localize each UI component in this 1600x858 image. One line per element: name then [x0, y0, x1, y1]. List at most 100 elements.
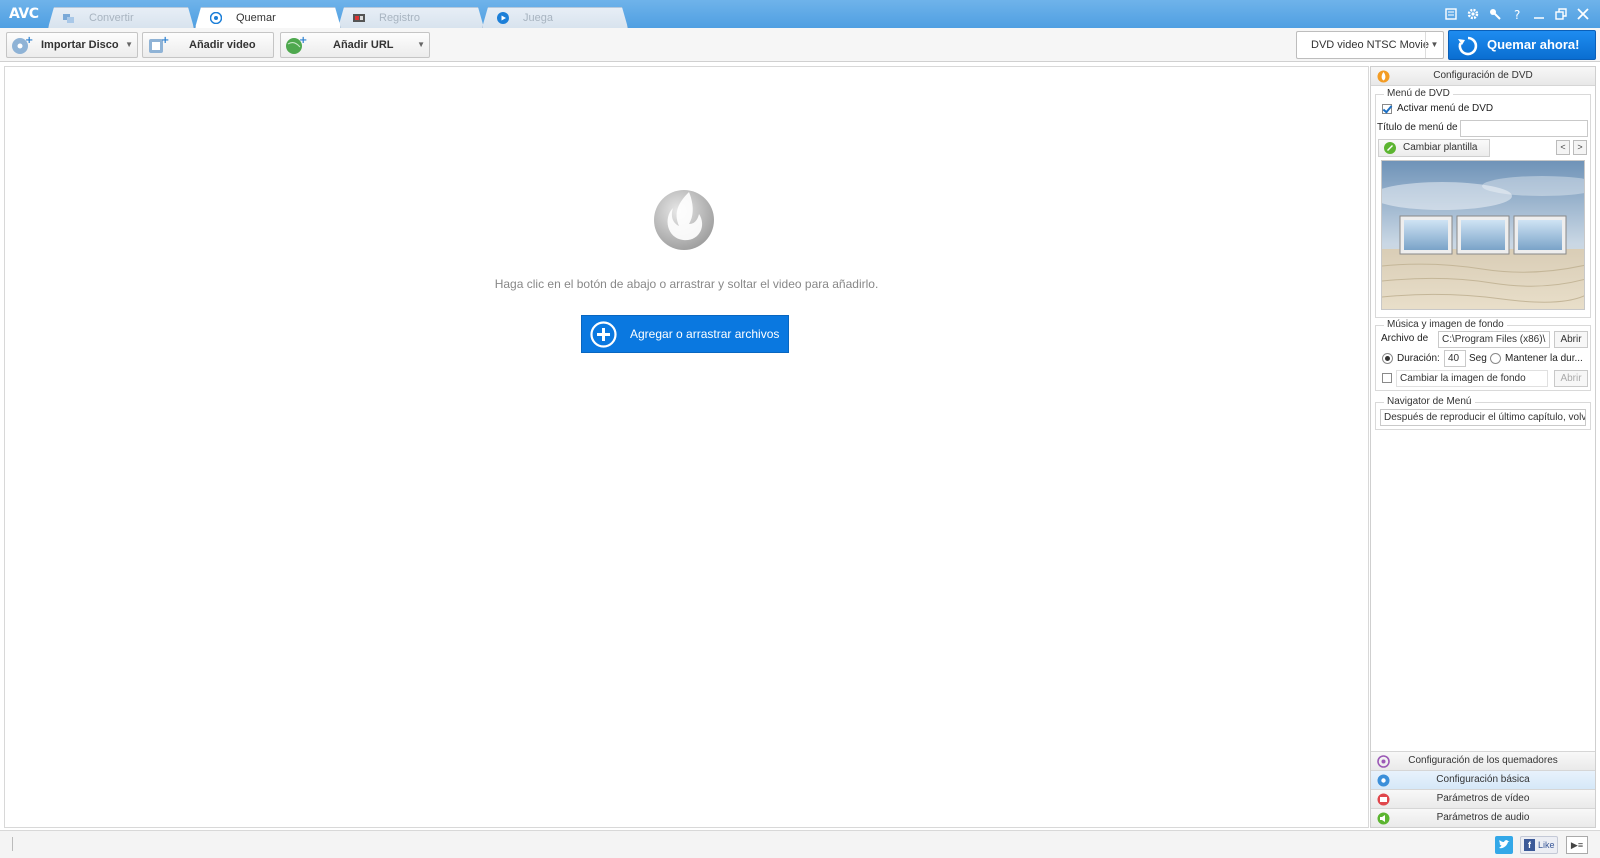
facebook-like-button[interactable]: f Like [1520, 836, 1558, 854]
drop-hint-text: Haga clic en el botón de abajo o arrastr… [494, 277, 879, 291]
template-prev-button[interactable]: < [1556, 140, 1570, 155]
burn-now-button[interactable]: Quemar ahora! [1448, 30, 1596, 60]
dvd-settings-title: Configuración de DVD [1433, 70, 1533, 81]
burner-settings-icon [1377, 755, 1390, 768]
menu-title-input[interactable] [1460, 120, 1588, 137]
dvd-menu-group: Menú de DVD Activar menú de DVD Título d… [1375, 88, 1591, 318]
video-params-label: Parámetros de vídeo [1436, 793, 1530, 804]
keep-duration-label: Mantener la dur... [1505, 353, 1583, 364]
record-icon [353, 12, 365, 24]
restore-icon[interactable] [1554, 7, 1568, 21]
output-profile-value: DVD video NTSC Movie [1311, 39, 1429, 51]
video-params-header[interactable]: Parámetros de vídeo [1371, 789, 1595, 808]
import-disc-button[interactable]: + Importar Disco ▼ [6, 32, 138, 58]
menu-navigator-group-title: Navigator de Menú [1384, 396, 1475, 407]
burner-settings-label: Configuración de los quemadores [1408, 755, 1558, 766]
enable-dvd-menu-label: Activar menú de DVD [1397, 103, 1494, 114]
music-file-label: Archivo de [1381, 333, 1429, 344]
burner-settings-header[interactable]: Configuración de los quemadores [1371, 751, 1595, 770]
basic-settings-header[interactable]: Configuración básica [1371, 770, 1595, 789]
keep-duration-radio[interactable] [1490, 353, 1501, 364]
template-preview-image [1382, 161, 1584, 309]
panel-toggle-icon[interactable]: ▶≡ [1566, 836, 1588, 854]
drop-area[interactable]: Haga clic en el botón de abajo o arrastr… [4, 66, 1369, 828]
status-bar: f Like ▶≡ [0, 830, 1600, 858]
burn-now-label: Quemar ahora! [1487, 37, 1580, 52]
add-url-button[interactable]: + Añadir URL ▼ [280, 32, 430, 58]
plus-circle-icon [590, 321, 617, 348]
duration-input[interactable]: 40 [1444, 350, 1466, 367]
menu-icon[interactable] [1444, 7, 1458, 21]
music-open-button[interactable]: Abrir [1554, 331, 1588, 348]
chevron-down-icon[interactable]: ▼ [1425, 32, 1443, 58]
tab-burn-label: Quemar [236, 12, 276, 24]
twitter-icon[interactable] [1495, 836, 1513, 854]
refresh-icon [1458, 36, 1478, 56]
burn-flame-logo [654, 190, 714, 250]
audio-params-header[interactable]: Parámetros de audio [1371, 808, 1595, 827]
svg-text:+: + [299, 35, 307, 46]
svg-text:?: ? [1514, 8, 1520, 21]
change-background-checkbox[interactable] [1382, 373, 1392, 383]
tab-convert-label: Convertir [89, 12, 134, 24]
title-bar: AVC Convertir Registro Juega Quemar ? [0, 0, 1600, 28]
change-template-label: Cambiar plantilla [1403, 142, 1478, 153]
add-files-label: Agregar o arrastrar archivos [630, 327, 780, 341]
import-disc-label: Importar Disco [41, 39, 119, 51]
add-files-button[interactable]: Agregar o arrastrar archivos [581, 315, 789, 353]
video-params-icon [1377, 793, 1390, 806]
music-background-group-title: Música y imagen de fondo [1384, 319, 1507, 330]
basic-settings-icon [1377, 774, 1390, 787]
globe-add-icon: + [286, 35, 307, 54]
duration-label: Duración: [1397, 353, 1440, 364]
audio-params-label: Parámetros de audio [1436, 812, 1530, 823]
close-icon[interactable] [1576, 7, 1590, 21]
menu-title-label: Título de menú de [1377, 122, 1458, 133]
settings-icon[interactable] [1466, 7, 1480, 21]
basic-settings-label: Configuración básica [1436, 774, 1530, 785]
convert-icon [63, 12, 75, 24]
disc-icon [210, 12, 222, 24]
tab-play[interactable]: Juega [482, 7, 628, 28]
dvd-menu-group-title: Menú de DVD [1384, 88, 1453, 99]
play-icon [497, 12, 509, 24]
flame-icon [1377, 70, 1390, 83]
menu-navigator-group: Navigator de Menú Después de reproducir … [1375, 396, 1591, 430]
tab-record[interactable]: Registro [338, 7, 484, 28]
menu-navigator-select[interactable]: Después de reproducir el último capítulo… [1380, 409, 1586, 426]
tools-icon[interactable] [1488, 7, 1502, 21]
minimize-icon[interactable] [1532, 7, 1546, 21]
add-video-button[interactable]: + Añadir video [142, 32, 274, 58]
window-controls: ? [1444, 7, 1590, 23]
settings-panel: Configuración de DVD Menú de DVD Activar… [1370, 66, 1596, 828]
template-next-button[interactable]: > [1573, 140, 1587, 155]
seconds-label: Seg [1469, 353, 1487, 364]
tab-play-label: Juega [523, 12, 553, 24]
add-video-label: Añadir video [189, 39, 256, 51]
status-divider [12, 837, 13, 851]
background-open-button[interactable]: Abrir [1554, 370, 1588, 387]
film-add-icon: + [149, 35, 169, 53]
duration-radio[interactable] [1382, 353, 1393, 364]
chevron-down-icon[interactable]: ▼ [125, 33, 133, 57]
tab-burn[interactable]: Quemar [195, 7, 341, 28]
svg-text:+: + [161, 35, 169, 46]
chevron-down-icon[interactable]: ▼ [417, 33, 425, 57]
template-icon [1384, 142, 1396, 154]
tab-convert[interactable]: Convertir [48, 7, 194, 28]
change-background-label: Cambiar la imagen de fondo [1396, 370, 1548, 387]
change-template-button[interactable]: Cambiar plantilla [1378, 139, 1490, 157]
app-logo: AVC [9, 6, 39, 22]
svg-text:+: + [25, 35, 33, 46]
music-file-input[interactable]: C:\Program Files (x86)\ [1438, 331, 1550, 348]
facebook-like-label: Like [1538, 840, 1555, 850]
menu-template-preview [1381, 160, 1585, 310]
help-icon[interactable]: ? [1510, 7, 1524, 22]
output-profile-select[interactable]: DVD video NTSC Movie ▼ [1296, 31, 1444, 59]
enable-dvd-menu-checkbox[interactable] [1382, 104, 1392, 114]
dvd-settings-header[interactable]: Configuración de DVD [1371, 67, 1595, 86]
music-background-group: Música y imagen de fondo Archivo de C:\P… [1375, 319, 1591, 391]
audio-params-icon [1377, 812, 1390, 825]
facebook-icon: f [1524, 839, 1535, 851]
disc-add-icon: + [12, 35, 33, 54]
